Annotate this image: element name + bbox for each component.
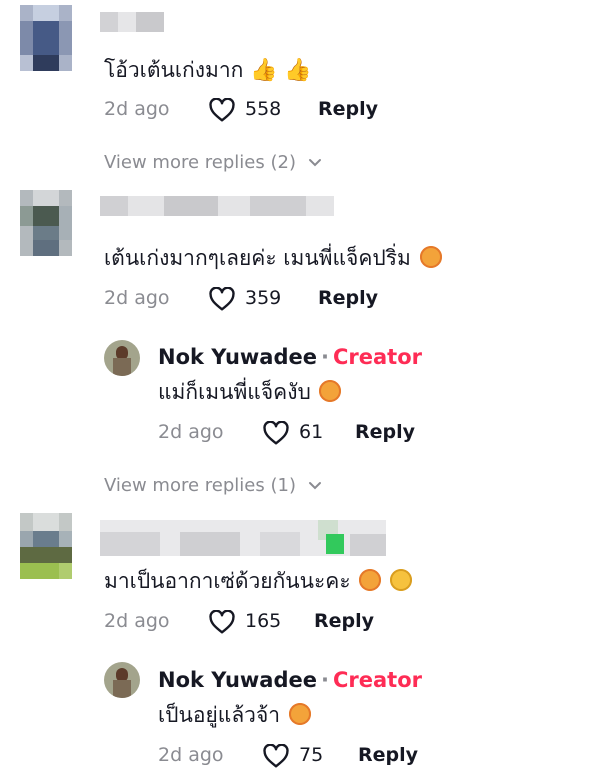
view-more-replies-button[interactable]: View more replies (1) (104, 475, 322, 496)
heart-icon[interactable] (209, 610, 235, 634)
comment-text-content: เต้นเก่งมากๆเลยค่ะ เมนพี่แจ็คปริ่ม (104, 246, 411, 270)
smiling-face-with-hearts-icon (359, 569, 382, 591)
reply-button[interactable]: Reply (318, 98, 378, 120)
chevron-down-icon (308, 152, 322, 173)
blurred-username[interactable] (100, 196, 334, 216)
like-count: 558 (245, 98, 282, 120)
face-with-tears-of-joy-icon (389, 569, 412, 591)
chevron-down-icon (308, 475, 322, 496)
creator-name[interactable]: Nok Yuwadee (158, 668, 317, 692)
creator-badge: Creator (332, 345, 422, 369)
smiling-face-with-hearts-icon (419, 246, 442, 268)
comment-timestamp: 2d ago (104, 287, 170, 309)
comment-text-content: มาเป็นอากาเซ่ด้วยกันนะคะ (104, 569, 351, 593)
comment-text: มาเป็นอากาเซ่ด้วยกันนะคะ (104, 567, 412, 595)
reply-timestamp: 2d ago (158, 421, 224, 443)
creator-avatar[interactable] (104, 662, 140, 698)
like-count: 61 (299, 421, 324, 443)
view-more-replies-label: View more replies (1) (104, 475, 296, 496)
comment-avatar[interactable] (20, 5, 72, 71)
comment-text: โอ้วเต้นเก่งมาก 👍 👍 (104, 56, 312, 85)
heart-icon[interactable] (263, 421, 289, 445)
like-count: 75 (299, 744, 324, 766)
separator-dot: · (321, 345, 329, 369)
thumbs-up-icon: 👍 (284, 58, 312, 83)
reply-button[interactable]: Reply (314, 610, 374, 632)
reply-text: เป็นอยู่แล้วจ้า (158, 701, 311, 729)
heart-icon[interactable] (209, 98, 235, 122)
heart-icon[interactable] (209, 287, 235, 311)
smiling-face-with-hearts-icon (288, 703, 311, 725)
reply-button[interactable]: Reply (358, 744, 418, 766)
comment-timestamp: 2d ago (104, 610, 170, 632)
smiling-face-with-hearts-icon (319, 380, 342, 402)
separator-dot: · (321, 668, 329, 692)
view-more-replies-label: View more replies (2) (104, 152, 296, 173)
thumbs-up-icon: 👍 (250, 58, 278, 83)
creator-name-row: Nok Yuwadee · Creator (158, 345, 422, 369)
like-count: 165 (245, 610, 282, 632)
reply-timestamp: 2d ago (158, 744, 224, 766)
like-count: 359 (245, 287, 282, 309)
comment-text: เต้นเก่งมากๆเลยค่ะ เมนพี่แจ็คปริ่ม (104, 244, 442, 272)
reply-text-content: เป็นอยู่แล้วจ้า (158, 703, 281, 727)
creator-name-row: Nok Yuwadee · Creator (158, 668, 422, 692)
comment-timestamp: 2d ago (104, 98, 170, 120)
reply-text-content: แม่ก็เมนพี่แจ็คงับ (158, 380, 311, 404)
view-more-replies-button[interactable]: View more replies (2) (104, 152, 322, 173)
creator-avatar[interactable] (104, 340, 140, 376)
comment-avatar[interactable] (20, 513, 72, 579)
blurred-username[interactable] (100, 12, 164, 32)
reply-button[interactable]: Reply (355, 421, 415, 443)
creator-name[interactable]: Nok Yuwadee (158, 345, 317, 369)
comment-avatar[interactable] (20, 190, 72, 256)
blurred-username[interactable] (100, 520, 386, 556)
heart-icon[interactable] (263, 744, 289, 768)
comment-text-content: โอ้วเต้นเก่งมาก (104, 58, 244, 82)
reply-button[interactable]: Reply (318, 287, 378, 309)
creator-badge: Creator (332, 668, 422, 692)
reply-text: แม่ก็เมนพี่แจ็คงับ (158, 378, 342, 406)
